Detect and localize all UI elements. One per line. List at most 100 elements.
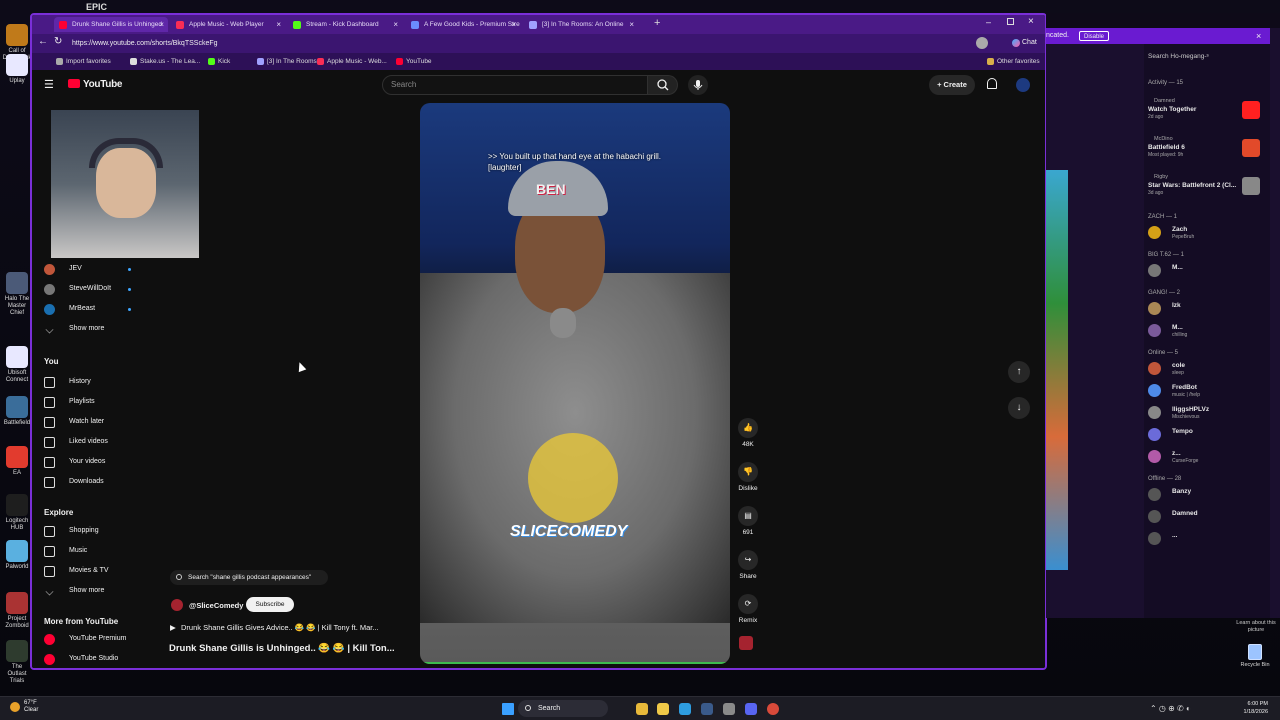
clock[interactable]: 6:00 PM 1/18/2026: [1236, 700, 1268, 716]
account-avatar[interactable]: [1016, 78, 1030, 92]
desktop-icon[interactable]: Logitech HUB: [2, 494, 32, 532]
member-item[interactable]: Zach PepeBruh: [1148, 226, 1258, 242]
desktop-icon[interactable]: Palworld: [2, 540, 32, 571]
shorts-video-player[interactable]: BEN >> You built up that hand eye at the…: [420, 103, 730, 664]
related-video-link[interactable]: ▶ Drunk Shane Gillis Gives Advice.. 😂 😂 …: [170, 623, 379, 632]
member-item[interactable]: ...: [1148, 532, 1258, 548]
sidebar-item-shopping[interactable]: Shopping: [44, 526, 154, 538]
sidebar-subscription[interactable]: SteveWillDoIt: [44, 284, 154, 296]
member-item[interactable]: cole sleep: [1148, 362, 1258, 378]
sidebar-subscription[interactable]: MrBeast: [44, 304, 154, 316]
show-more-subscriptions[interactable]: Show more: [44, 324, 154, 336]
subscribe-button[interactable]: Subscribe: [246, 597, 294, 612]
you-section-link[interactable]: You: [44, 357, 59, 366]
bookmark-item[interactable]: Stake.us - The Lea...: [130, 56, 200, 67]
member-item[interactable]: M...: [1148, 264, 1258, 280]
file-manager-icon[interactable]: [657, 703, 669, 715]
member-item[interactable]: z... CurseForge: [1148, 450, 1258, 466]
steam-icon[interactable]: [701, 703, 713, 715]
sidebar-subscription[interactable]: JEV: [44, 264, 154, 276]
search-input[interactable]: Search: [382, 75, 648, 95]
menu-icon[interactable]: ☰: [44, 78, 54, 91]
browser-tab[interactable]: Drunk Shane Gillis is Unhinged ×: [54, 17, 168, 32]
desktop-icon[interactable]: Halo The Master Chief: [2, 272, 32, 317]
discord-search[interactable]: Search Ho-megang-ˢ: [1148, 53, 1209, 60]
voice-search-button[interactable]: [688, 75, 708, 95]
youtube-logo[interactable]: YouTube: [68, 79, 123, 90]
new-tab-button[interactable]: +: [654, 17, 660, 29]
minimize-button[interactable]: –: [986, 17, 991, 27]
browser-tab[interactable]: A Few Good Kids - Premium Stre ×: [406, 17, 520, 32]
edge-icon[interactable]: [679, 703, 691, 715]
previous-short-button[interactable]: ↑: [1008, 361, 1030, 383]
desktop-icon[interactable]: Project Zomboid: [2, 592, 32, 630]
sidebar-item-youtube-studio[interactable]: YouTube Studio: [44, 654, 154, 666]
bookmark-item[interactable]: [3] In The Rooms:...: [257, 56, 324, 67]
member-item[interactable]: Tempo: [1148, 428, 1258, 444]
recycle-bin[interactable]: Recycle Bin: [1238, 644, 1272, 668]
refresh-icon[interactable]: ↻: [54, 36, 62, 47]
member-item[interactable]: Damned: [1148, 510, 1258, 526]
sidebar-item-downloads[interactable]: Downloads: [44, 477, 154, 489]
bookmark-item[interactable]: Kick: [208, 56, 230, 67]
close-icon[interactable]: ×: [1256, 28, 1261, 44]
sidebar-item-music[interactable]: Music: [44, 546, 154, 558]
activity-item[interactable]: McDino Battlefield 6 Most played: 9h: [1148, 136, 1260, 164]
start-button[interactable]: [502, 703, 514, 715]
discord-icon[interactable]: [745, 703, 757, 715]
activity-item[interactable]: Damned Watch Together 2d ago: [1148, 98, 1260, 126]
browser-tab[interactable]: Apple Music - Web Player ×: [171, 17, 285, 32]
close-window-button[interactable]: ×: [1028, 16, 1034, 27]
search-button[interactable]: [648, 75, 678, 95]
dislike-button[interactable]: 👎 Dislike: [735, 462, 761, 492]
desktop-icon[interactable]: The Outlast Trials: [2, 640, 32, 685]
notifications-icon[interactable]: [987, 78, 997, 89]
video-progress-bar[interactable]: [420, 662, 730, 664]
member-item[interactable]: Izk: [1148, 302, 1258, 318]
comments-button[interactable]: ▤ 691: [735, 506, 761, 536]
disable-button[interactable]: Disable: [1079, 31, 1110, 41]
settings-icon[interactable]: [723, 703, 735, 715]
browser-tab[interactable]: Stream - Kick Dashboard ×: [288, 17, 402, 32]
member-item[interactable]: FredBot music | /help: [1148, 384, 1258, 400]
chat-button[interactable]: Chat: [1012, 37, 1037, 49]
member-item[interactable]: M... chilling: [1148, 324, 1258, 340]
sidebar-item-watch-later[interactable]: Watch later: [44, 417, 154, 429]
bookmark-item[interactable]: Import favorites: [56, 56, 111, 67]
weather-widget[interactable]: 67°F Clear: [10, 700, 38, 714]
learn-more-link[interactable]: Learn about this picture: [1236, 620, 1276, 634]
channel-avatar[interactable]: [171, 599, 183, 611]
close-tab-icon[interactable]: ×: [276, 17, 281, 32]
member-item[interactable]: lliggsHPLVz Mischievous: [1148, 406, 1258, 422]
activity-item[interactable]: Rigby Star Wars: Battlefront 2 (Cl... 3d a…: [1148, 174, 1260, 202]
sidebar-item-your-videos[interactable]: Your videos: [44, 457, 154, 469]
member-item[interactable]: Banzy: [1148, 488, 1258, 504]
system-tray[interactable]: ⌃ ◷ ⊕ ✆ ◐: [1150, 704, 1191, 713]
sidebar-item-playlists[interactable]: Playlists: [44, 397, 154, 409]
close-tab-icon[interactable]: ×: [511, 17, 516, 32]
address-bar[interactable]: https://www.youtube.com/shorts/BkqTSScke…: [72, 37, 872, 50]
sidebar-item-movies-tv[interactable]: Movies & TV: [44, 566, 154, 578]
show-more-explore[interactable]: Show more: [44, 586, 154, 598]
sidebar-item-youtube-premium[interactable]: YouTube Premium: [44, 634, 154, 646]
desktop-icon[interactable]: Ubisoft Connect: [2, 346, 32, 384]
desktop-icon[interactable]: Battlefield: [2, 396, 32, 427]
like-button[interactable]: 👍 48K: [735, 418, 761, 448]
share-button[interactable]: ↪ Share: [735, 550, 761, 580]
sidebar-item-liked-videos[interactable]: Liked videos: [44, 437, 154, 449]
close-tab-icon[interactable]: ×: [629, 17, 634, 32]
remix-button[interactable]: ⟳ Remix: [735, 594, 761, 624]
bookmark-item[interactable]: YouTube: [396, 56, 432, 67]
channel-small-avatar[interactable]: [739, 636, 753, 650]
desktop-icon[interactable]: Uplay: [2, 54, 32, 85]
maximize-button[interactable]: [1007, 18, 1014, 25]
desktop-icon[interactable]: EA: [2, 446, 32, 477]
file-explorer-icon[interactable]: [636, 703, 648, 715]
create-button[interactable]: + Create: [929, 75, 975, 95]
bookmark-item[interactable]: Apple Music - Web...: [317, 56, 387, 67]
channel-name[interactable]: @SliceComedy: [189, 601, 243, 610]
close-tab-icon[interactable]: ×: [159, 17, 164, 32]
sidebar-item-history[interactable]: History: [44, 377, 154, 389]
related-search-chip[interactable]: Search "shane gillis podcast appearances…: [170, 570, 328, 585]
next-short-button[interactable]: ↓: [1008, 397, 1030, 419]
